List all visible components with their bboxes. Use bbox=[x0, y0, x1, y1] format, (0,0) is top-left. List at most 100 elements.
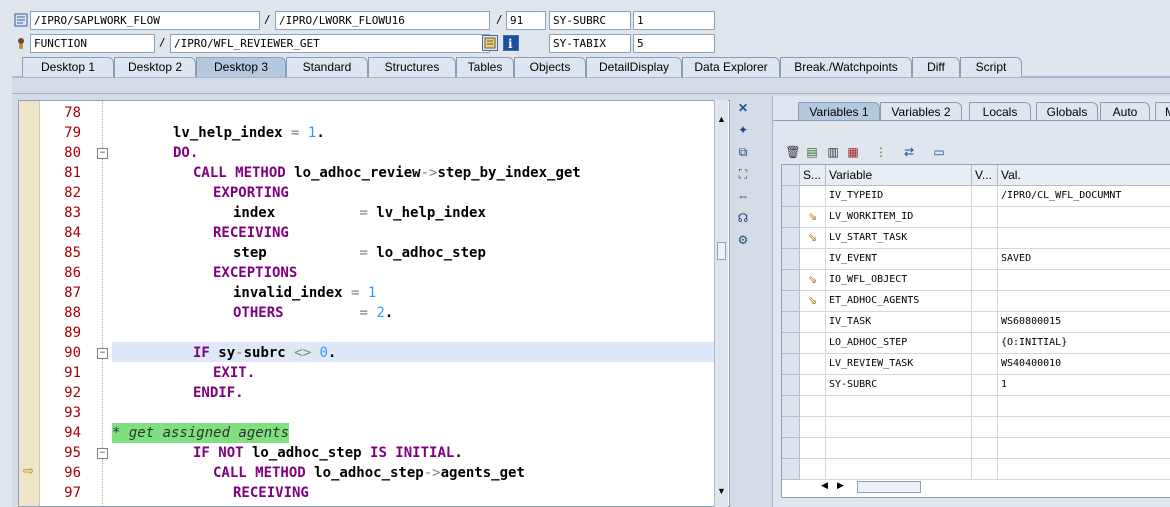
line-field[interactable]: 91 bbox=[506, 11, 546, 30]
column-variable[interactable]: Variable bbox=[826, 165, 972, 186]
swap-tool-icon[interactable]: ⧉ bbox=[735, 145, 751, 161]
row-selector[interactable] bbox=[782, 375, 800, 396]
row-selector[interactable] bbox=[782, 186, 800, 207]
row-selector[interactable] bbox=[782, 207, 800, 228]
fold-toggle[interactable]: − bbox=[97, 148, 108, 159]
scroll-down-icon[interactable]: ▼ bbox=[717, 486, 726, 496]
tab-globals[interactable]: Globals bbox=[1036, 102, 1098, 121]
insert-row-icon[interactable]: ▤ bbox=[804, 144, 820, 160]
variable-name-cell[interactable]: LV_REVIEW_TASK bbox=[826, 354, 972, 375]
tab-structures[interactable]: Structures bbox=[368, 57, 456, 77]
row-selector[interactable] bbox=[782, 417, 800, 438]
variable-value-cell[interactable]: /IPRO/CL_WFL_DOCUMNT bbox=[998, 186, 1170, 207]
info-icon[interactable]: i bbox=[503, 35, 519, 51]
tab-objects[interactable]: Objects bbox=[514, 57, 586, 77]
new-tool-icon[interactable]: ✦ bbox=[735, 123, 751, 139]
tab-standard[interactable]: Standard bbox=[286, 57, 368, 77]
services-icon[interactable]: ☊ bbox=[735, 211, 751, 227]
variable-name-cell[interactable]: IV_TYPEID bbox=[826, 186, 972, 207]
tab-variables-1[interactable]: Variables 1 bbox=[798, 102, 880, 121]
row-selector[interactable] bbox=[782, 312, 800, 333]
variable-value-cell[interactable]: WS60800015 bbox=[998, 312, 1170, 333]
variable-value-cell[interactable] bbox=[998, 228, 1170, 249]
grid-horizontal-scrollbar[interactable]: ◀ ▶ bbox=[821, 480, 961, 494]
remove-row-icon[interactable]: ▦ bbox=[845, 144, 861, 160]
scroll-thumb[interactable] bbox=[717, 242, 726, 260]
row-selector[interactable] bbox=[782, 354, 800, 375]
variable-name-cell[interactable]: LO_ADHOC_STEP bbox=[826, 333, 972, 354]
variable-value-cell[interactable] bbox=[998, 438, 1170, 459]
row-selector[interactable] bbox=[782, 459, 800, 480]
column-v[interactable]: V... bbox=[972, 165, 998, 186]
variable-name-cell[interactable]: IV_TASK bbox=[826, 312, 972, 333]
scroll-thumb[interactable] bbox=[857, 481, 921, 493]
tab-desktop-1[interactable]: Desktop 1 bbox=[22, 57, 114, 77]
tab-script[interactable]: Script bbox=[960, 57, 1022, 77]
source-icon[interactable] bbox=[482, 35, 498, 51]
variable-value-cell[interactable] bbox=[998, 417, 1170, 438]
row-selector[interactable] bbox=[782, 291, 800, 312]
tab-diff[interactable]: Diff bbox=[912, 57, 960, 77]
row-selector[interactable] bbox=[782, 438, 800, 459]
folder-icon[interactable]: ▭ bbox=[931, 144, 947, 160]
variable-name-cell[interactable]: SY-SUBRC bbox=[826, 375, 972, 396]
row-selector[interactable] bbox=[782, 249, 800, 270]
type-field[interactable]: FUNCTION bbox=[30, 34, 155, 53]
scroll-right-icon[interactable]: ▶ bbox=[837, 480, 844, 491]
row-selector[interactable] bbox=[782, 270, 800, 291]
sy-var-value-1[interactable]: 1 bbox=[633, 11, 715, 30]
variable-name-cell[interactable] bbox=[826, 417, 972, 438]
tab-desktop-2[interactable]: Desktop 2 bbox=[114, 57, 196, 77]
scroll-up-icon[interactable]: ▲ bbox=[717, 114, 726, 124]
sy-var-name-2[interactable]: SY-TABIX bbox=[549, 34, 631, 53]
column-status[interactable]: S... bbox=[800, 165, 826, 186]
variable-value-cell[interactable] bbox=[998, 207, 1170, 228]
variable-value-cell[interactable]: SAVED bbox=[998, 249, 1170, 270]
tab-data-explorer[interactable]: Data Explorer bbox=[682, 57, 780, 77]
append-row-icon[interactable]: ▥ bbox=[825, 144, 841, 160]
variable-name-cell[interactable]: IV_EVENT bbox=[826, 249, 972, 270]
variable-name-cell[interactable]: LV_START_TASK bbox=[826, 228, 972, 249]
variable-value-cell[interactable]: WS40400010 bbox=[998, 354, 1170, 375]
row-selector[interactable] bbox=[782, 333, 800, 354]
program-field[interactable]: /IPRO/SAPLWORK_FLOW bbox=[30, 11, 260, 30]
variable-name-cell[interactable]: IO_WFL_OBJECT bbox=[826, 270, 972, 291]
row-selector[interactable] bbox=[782, 228, 800, 249]
tool-settings-icon[interactable]: ⚙ bbox=[735, 233, 751, 249]
fold-toggle[interactable]: − bbox=[97, 348, 108, 359]
variable-value-cell[interactable] bbox=[998, 459, 1170, 480]
tab-breakpoints[interactable]: Break./Watchpoints bbox=[780, 57, 912, 77]
close-icon[interactable]: ✕ bbox=[735, 101, 751, 117]
sy-var-name-1[interactable]: SY-SUBRC bbox=[549, 11, 631, 30]
variable-value-cell[interactable]: {O:INITIAL} bbox=[998, 333, 1170, 354]
tab-detaildisplay[interactable]: DetailDisplay bbox=[586, 57, 682, 77]
row-selector[interactable] bbox=[782, 396, 800, 417]
variable-name-cell[interactable] bbox=[826, 438, 972, 459]
scroll-left-icon[interactable]: ◀ bbox=[821, 480, 828, 491]
variable-value-cell[interactable] bbox=[998, 396, 1170, 417]
hierarchy-icon[interactable]: ⋮ bbox=[873, 144, 889, 160]
tab-variables-2[interactable]: Variables 2 bbox=[880, 102, 962, 121]
grid-corner[interactable] bbox=[782, 165, 800, 186]
fold-toggle[interactable]: − bbox=[97, 448, 108, 459]
resize-icon[interactable]: ⇔ bbox=[735, 189, 751, 205]
tab-auto[interactable]: Auto bbox=[1100, 102, 1150, 121]
include-field[interactable]: /IPRO/LWORK_FLOWU16 bbox=[275, 11, 490, 30]
variable-name-cell[interactable]: LV_WORKITEM_ID bbox=[826, 207, 972, 228]
variable-name-cell[interactable]: ET_ADHOC_AGENTS bbox=[826, 291, 972, 312]
variable-name-cell[interactable] bbox=[826, 396, 972, 417]
sy-var-value-2[interactable]: 5 bbox=[633, 34, 715, 53]
tab-more[interactable]: M bbox=[1155, 102, 1170, 121]
source-code-editor[interactable]: ⇨ 78 79 lv_help_index = 1. 80− DO. 81 CALL … bbox=[18, 100, 730, 507]
variable-value-cell[interactable]: 1 bbox=[998, 375, 1170, 396]
editor-vertical-scrollbar[interactable]: ▲ ▼ bbox=[714, 100, 728, 507]
delete-icon[interactable]: 🗑 bbox=[785, 144, 801, 160]
tab-desktop-3[interactable]: Desktop 3 bbox=[196, 57, 286, 77]
variable-value-cell[interactable] bbox=[998, 291, 1170, 312]
transfer-icon[interactable]: ⇄ bbox=[901, 144, 917, 160]
tab-locals[interactable]: Locals bbox=[969, 102, 1031, 121]
variable-name-cell[interactable] bbox=[826, 459, 972, 480]
column-value[interactable]: Val. bbox=[998, 165, 1170, 186]
tab-tables[interactable]: Tables bbox=[456, 57, 514, 77]
variable-value-cell[interactable] bbox=[998, 270, 1170, 291]
